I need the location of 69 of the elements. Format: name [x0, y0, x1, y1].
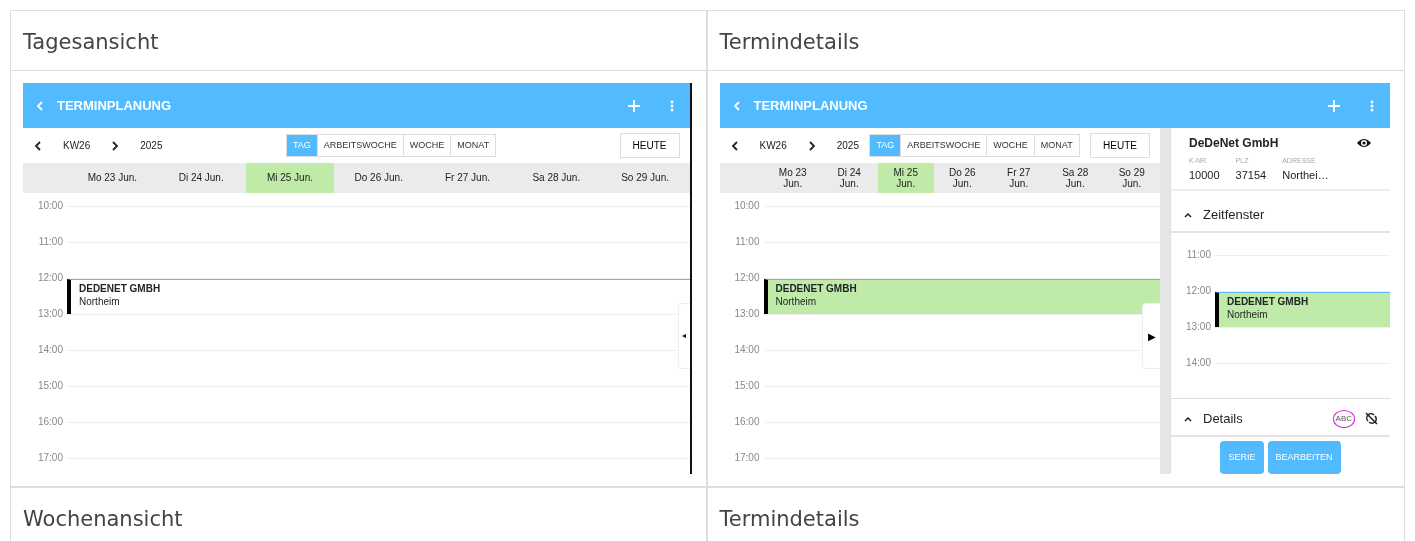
- appointment-title: DEDENET GMBH: [1227, 295, 1310, 308]
- appointment-block[interactable]: DEDENET GMBH Northeim: [763, 279, 1160, 315]
- day-header[interactable]: Mi 25 Jun.: [877, 163, 934, 193]
- today-button[interactable]: HEUTE: [1090, 133, 1150, 158]
- chevron-up-icon[interactable]: [1183, 210, 1193, 220]
- section-title: Details: [1203, 409, 1244, 428]
- day-header[interactable]: So 29 Jun.: [1103, 163, 1160, 193]
- hour-label: 17:00: [36, 451, 64, 465]
- hour-label: 12:00: [1184, 284, 1212, 298]
- app-title: TERMINPLANUNG: [753, 96, 868, 115]
- field-value: 37154: [1235, 167, 1267, 183]
- app-title: TERMINPLANUNG: [57, 96, 172, 115]
- day-header[interactable]: Di 24 Jun.: [821, 163, 878, 193]
- hour-label: 10:00: [733, 199, 761, 213]
- appointment-location: Northeim: [79, 295, 121, 308]
- hour-label: 13:00: [733, 307, 761, 321]
- hour-label: 12:00: [36, 271, 64, 285]
- hour-label: 14:00: [733, 343, 761, 357]
- next-icon[interactable]: [806, 139, 817, 152]
- hour-label: 11:00: [1185, 248, 1212, 262]
- day-header[interactable]: Mo 23 Jun.: [764, 163, 821, 193]
- drawer-toggle[interactable]: ◂: [677, 303, 690, 369]
- day-header[interactable]: Sa 28 Jun.: [511, 163, 601, 193]
- year-label: 2025: [140, 139, 163, 153]
- section-heading: Termindetails: [707, 488, 1404, 541]
- hour-label: 14:00: [36, 343, 64, 357]
- day-header[interactable]: Do 26 Jun.: [334, 163, 424, 193]
- day-header[interactable]: Mo 23 Jun.: [68, 163, 157, 193]
- hour-label: 13:00: [36, 307, 64, 321]
- week-label: KW26: [759, 139, 787, 153]
- drawer-toggle[interactable]: ▶: [1142, 303, 1160, 369]
- hour-label: 16:00: [733, 415, 761, 429]
- section-heading: Termindetails: [707, 11, 1404, 71]
- hour-label: 16:00: [36, 415, 64, 429]
- hour-label: 17:00: [733, 451, 761, 465]
- hour-label: 11:00: [734, 235, 761, 249]
- company-name: DeDeNet GmbH: [1189, 135, 1279, 152]
- hour-label: 15:00: [36, 379, 64, 393]
- day-header[interactable]: So 29 Jun.: [600, 163, 690, 193]
- week-label: KW26: [63, 139, 91, 153]
- appointment-title: DEDENET GMBH: [79, 282, 162, 295]
- section-heading: Tagesansicht: [11, 11, 708, 71]
- appointment-block[interactable]: DEDENET GMBH Northeim: [1215, 292, 1390, 328]
- hour-label: 13:00: [1184, 320, 1212, 334]
- hour-label: 12:00: [733, 271, 761, 285]
- hour-label: 11:00: [37, 235, 64, 249]
- appointment-title: DEDENET GMBH: [775, 282, 858, 295]
- day-header[interactable]: Di 24 Jun.: [156, 163, 246, 193]
- today-button[interactable]: HEUTE: [619, 133, 680, 158]
- appointment-location: Northeim: [775, 295, 818, 308]
- field-value: 10000: [1189, 167, 1220, 183]
- previous-icon[interactable]: [729, 139, 740, 152]
- section-heading: Wochenansicht: [11, 488, 708, 541]
- day-header[interactable]: Fr 27 Jun.: [423, 163, 512, 193]
- eye-icon[interactable]: [1356, 137, 1372, 149]
- hour-label: 10:00: [36, 199, 64, 213]
- day-header[interactable]: Mi 25 Jun.: [245, 163, 335, 193]
- day-header[interactable]: Sa 28 Jun.: [1047, 163, 1104, 193]
- previous-icon[interactable]: [33, 139, 43, 152]
- appointment-location: Northeim: [1227, 308, 1269, 321]
- section-title: Zeitfenster: [1203, 206, 1265, 225]
- next-icon[interactable]: [110, 139, 121, 152]
- day-header[interactable]: Do 26 Jun.: [934, 163, 991, 193]
- hour-label: 14:00: [1184, 356, 1212, 370]
- hour-label: 15:00: [733, 379, 761, 393]
- day-header[interactable]: Fr 27 Jun.: [990, 163, 1047, 193]
- field-value: Northei…: [1282, 167, 1329, 183]
- sync-off-icon[interactable]: [1365, 412, 1378, 425]
- year-label: 2025: [836, 139, 859, 153]
